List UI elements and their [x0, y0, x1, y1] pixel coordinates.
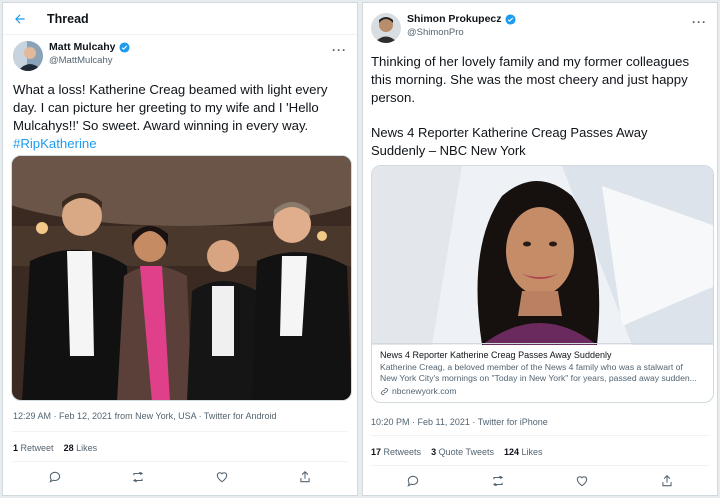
- left-tweet-panel: Thread Matt Mulcahy @MattMulcahy ··· Wha…: [2, 2, 358, 496]
- retweets-stat[interactable]: 1 Retweet: [13, 443, 54, 453]
- tweet-text-line: Thinking of her lovely family and my for…: [371, 54, 690, 69]
- avatar[interactable]: [13, 41, 43, 71]
- card-domain: nbcnewyork.com: [380, 385, 705, 397]
- tweet-text: What a loss! Katherine Creag beamed with…: [13, 81, 353, 153]
- card-description-line: Katherine Creag, a beloved member of the…: [380, 362, 683, 372]
- card-description-line: New York City's mornings on "Today in Ne…: [380, 373, 697, 383]
- author-name[interactable]: Shimon Prokupecz: [407, 13, 502, 26]
- author-handle[interactable]: @ShimonPro: [407, 26, 516, 39]
- likes-stat[interactable]: 28 Likes: [64, 443, 98, 453]
- tweet-author[interactable]: Matt Mulcahy @MattMulcahy: [13, 41, 130, 71]
- tweet-actions: [13, 469, 347, 485]
- reply-icon[interactable]: [405, 473, 421, 489]
- tweet-stats: 1 Retweet 28 Likes: [13, 443, 97, 453]
- retweets-stat[interactable]: 17 Retweets: [371, 447, 421, 457]
- more-options-icon[interactable]: ···: [332, 43, 347, 57]
- tweet-text-line: day. I can picture her greeting to my wi…: [13, 100, 319, 115]
- quote-tweets-stat[interactable]: 3 Quote Tweets: [431, 447, 494, 457]
- quote-tweets-label: Quote Tweets: [438, 447, 494, 457]
- more-options-icon[interactable]: ···: [692, 15, 707, 29]
- card-title: News 4 Reporter Katherine Creag Passes A…: [380, 350, 612, 360]
- tweet-text: Thinking of her lovely family and my for…: [371, 53, 715, 107]
- author-name[interactable]: Matt Mulcahy: [49, 41, 116, 54]
- tweet-actions: [371, 473, 709, 489]
- right-tweet-panel: Shimon Prokupecz @ShimonPro ··· Thinking…: [362, 2, 718, 496]
- thread-header: Thread: [3, 3, 357, 35]
- divider: [371, 435, 709, 436]
- likes-label: Likes: [76, 443, 98, 453]
- quote-tweets-count: 3: [431, 447, 437, 457]
- tweet-text-line: person.: [371, 90, 415, 105]
- likes-stat[interactable]: 124 Likes: [504, 447, 543, 457]
- tweet-photo[interactable]: [11, 155, 352, 401]
- likes-label: Likes: [521, 447, 543, 457]
- retweets-count: 17: [371, 447, 382, 457]
- card-body: News 4 Reporter Katherine Creag Passes A…: [372, 343, 713, 402]
- author-handle[interactable]: @MattMulcahy: [49, 54, 130, 67]
- retweet-icon[interactable]: [490, 473, 506, 489]
- like-icon[interactable]: [214, 469, 230, 485]
- share-icon[interactable]: [297, 469, 313, 485]
- card-image: [372, 166, 713, 345]
- tweet-author[interactable]: Shimon Prokupecz @ShimonPro: [371, 13, 516, 43]
- reply-icon[interactable]: [47, 469, 63, 485]
- retweets-label: Retweet: [20, 443, 54, 453]
- article-headline-line: News 4 Reporter Katherine Creag Passes A…: [371, 125, 648, 140]
- verified-badge-icon: [118, 42, 130, 53]
- likes-count: 28: [63, 443, 74, 453]
- divider: [13, 461, 347, 462]
- tweet-text-line: this morning. She was the most cheery an…: [371, 72, 688, 87]
- tweet-timestamp[interactable]: 12:29 AM · Feb 12, 2021 from New York, U…: [13, 411, 276, 421]
- like-icon[interactable]: [574, 473, 590, 489]
- retweet-icon[interactable]: [130, 469, 146, 485]
- share-icon[interactable]: [659, 473, 675, 489]
- tweet-text-line: What a loss! Katherine Creag beamed with…: [13, 82, 328, 97]
- link-preview-card[interactable]: News 4 Reporter Katherine Creag Passes A…: [371, 165, 714, 403]
- article-headline: News 4 Reporter Katherine Creag Passes A…: [371, 124, 715, 160]
- card-domain-text: nbcnewyork.com: [392, 386, 457, 396]
- likes-count: 124: [503, 447, 519, 457]
- back-arrow-icon[interactable]: [13, 9, 33, 29]
- divider: [371, 465, 709, 466]
- card-description: Katherine Creag, a beloved member of the…: [380, 362, 705, 384]
- retweets-label: Retweets: [383, 447, 422, 457]
- avatar[interactable]: [371, 13, 401, 43]
- retweets-count: 1: [13, 443, 19, 453]
- tweet-text-line: Mulcahys!!' So sweet. Award winning in e…: [13, 118, 309, 133]
- article-headline-line: Suddenly – NBC New York: [371, 143, 526, 158]
- hashtag-link[interactable]: #RipKatherine: [13, 135, 353, 153]
- tweet-timestamp[interactable]: 10:20 PM · Feb 11, 2021 · Twitter for iP…: [371, 417, 548, 427]
- tweet-stats: 17 Retweets 3 Quote Tweets 124 Likes: [371, 447, 543, 457]
- divider: [13, 431, 347, 432]
- link-icon: [381, 387, 388, 395]
- page-title: Thread: [47, 11, 89, 26]
- verified-badge-icon: [504, 14, 516, 25]
